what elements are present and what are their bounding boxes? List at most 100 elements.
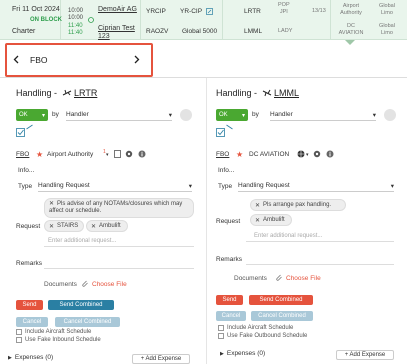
cancel-button[interactable]: Cancel xyxy=(216,311,246,321)
time-bottom-2: 11:40 xyxy=(68,30,83,36)
fbo-field-label[interactable]: FBO xyxy=(16,151,29,158)
status-dropdown-dep[interactable]: OK ▾ xyxy=(16,109,48,121)
include-schedule-checkbox[interactable]: Include Aircraft Schedule xyxy=(218,325,293,331)
origin-code: YRCIP xyxy=(146,8,166,15)
handling-airport-link-dep[interactable]: LRTR xyxy=(74,88,97,98)
info-label[interactable]: Info... xyxy=(18,167,34,174)
ratio-label: 13/13 xyxy=(312,8,326,14)
handler-select-dep[interactable]: Handler ▾ xyxy=(66,109,172,121)
checkbox-label: Include Aircraft Schedule xyxy=(227,325,294,331)
status-value: OK xyxy=(219,112,228,118)
star-icon[interactable]: ★ xyxy=(236,150,243,159)
checkbox-label: Include Aircraft Schedule xyxy=(25,329,92,335)
operator-link[interactable]: DemoAir AG xyxy=(98,6,137,13)
chevron-down-icon: ▾ xyxy=(241,112,245,119)
remove-icon[interactable]: ✕ xyxy=(49,201,54,208)
type-select-dep[interactable]: Handling Request ▾ xyxy=(38,180,192,192)
choose-file-link[interactable]: Choose File xyxy=(92,281,127,288)
star-icon[interactable]: ★ xyxy=(36,150,43,159)
fake-outbound-checkbox[interactable]: Use Fake Outbound Schedule xyxy=(218,333,307,339)
handler-select-arr[interactable]: Handler ▾ xyxy=(270,109,376,121)
request-chip-notams[interactable]: ✕ Pls advise of any NOTAMs/closures which… xyxy=(44,198,194,218)
request-chip-ambulift[interactable]: ✕ Ambulift xyxy=(86,220,128,232)
checkbox-plane-icon[interactable] xyxy=(216,128,225,137)
request-label: Request xyxy=(216,218,241,225)
handler-avatar[interactable] xyxy=(384,109,396,121)
status-dropdown-arr[interactable]: OK ▾ xyxy=(216,109,248,121)
chip-label: STAIRS xyxy=(57,223,79,229)
aircraft-reg: RAOZV xyxy=(146,28,169,35)
plane-arrival-icon xyxy=(262,88,272,97)
documents-label: Documents xyxy=(234,275,267,282)
paperclip-icon[interactable] xyxy=(82,280,89,288)
choose-file-link[interactable]: Choose File xyxy=(286,275,321,282)
status-badge: ON BLOCK xyxy=(30,17,62,23)
expenses-label: Expenses (0) xyxy=(14,354,54,361)
caret-right-icon: ▶ xyxy=(220,350,224,357)
fbo-selector[interactable] xyxy=(5,43,153,77)
type-label: Type xyxy=(18,183,33,190)
checkbox-label: Use Fake Inbound Schedule xyxy=(25,337,101,343)
type-label: Type xyxy=(218,183,233,190)
add-expense-button[interactable]: + Add Expense xyxy=(336,350,394,360)
cancel-combined-button[interactable]: Cancel Combined xyxy=(251,311,313,321)
remarks-input[interactable] xyxy=(44,268,194,269)
info-icon[interactable] xyxy=(138,150,146,158)
paperclip-icon[interactable] xyxy=(276,274,283,282)
client-link[interactable]: Ciprian Test 123 xyxy=(98,25,138,41)
checkbox-label: Use Fake Outbound Schedule xyxy=(227,333,308,339)
globe-icon[interactable] xyxy=(297,150,305,158)
info-icon[interactable] xyxy=(326,150,334,158)
expenses-toggle[interactable]: ▶ Expenses (0) xyxy=(220,350,265,357)
chevron-down-icon[interactable]: ▾ xyxy=(106,152,109,158)
send-combined-button[interactable]: Send Combined xyxy=(48,300,114,310)
fbo-field-label[interactable]: FBO xyxy=(216,151,229,158)
caret-right-icon: ▶ xyxy=(8,354,12,361)
remarks-label: Remarks xyxy=(216,256,243,263)
chevron-right-icon[interactable] xyxy=(134,55,140,64)
chevron-down-icon: ▾ xyxy=(372,111,376,119)
checkbox-plane-icon[interactable] xyxy=(16,128,25,137)
remarks-input[interactable] xyxy=(246,264,394,265)
status-value: OK xyxy=(19,112,28,118)
send-button[interactable]: Send xyxy=(216,295,243,305)
send-button[interactable]: Send xyxy=(16,300,43,310)
request-input[interactable]: Enter additional request... xyxy=(254,233,322,239)
add-expense-button[interactable]: + Add Expense xyxy=(132,354,190,364)
send-combined-button[interactable]: Send Combined xyxy=(249,295,313,305)
trip-type: Charter xyxy=(12,28,36,35)
gear-icon[interactable] xyxy=(313,150,321,158)
handler-avatar[interactable] xyxy=(180,109,192,121)
request-label: Request xyxy=(16,223,41,230)
handling-airport-link-arr[interactable]: LMML xyxy=(274,88,299,98)
chevron-left-icon[interactable] xyxy=(13,55,19,64)
request-chip-ambulift[interactable]: ✕ Ambulift xyxy=(250,214,292,226)
cancel-combined-button[interactable]: Cancel Combined xyxy=(55,317,120,327)
fbo-value: DC AVIATION xyxy=(249,151,290,158)
time-top-1: 10:00 xyxy=(68,8,84,14)
remove-icon[interactable]: ✕ xyxy=(49,223,54,230)
info-label[interactable]: Info... xyxy=(218,167,234,174)
remarks-label: Remarks xyxy=(16,260,43,267)
gear-icon[interactable] xyxy=(125,150,133,158)
expenses-toggle[interactable]: ▶ Expenses (0) xyxy=(8,354,53,361)
request-input[interactable]: Enter additional request... xyxy=(48,238,116,244)
documents-label: Documents xyxy=(44,281,77,288)
plane-small-icon xyxy=(226,124,233,130)
chip-label: Pls advise of any NOTAMs/closures which … xyxy=(49,201,183,214)
request-chip-pax[interactable]: ✕ Pls arrange pax handling. xyxy=(250,199,346,211)
request-chip-stairs[interactable]: ✕ STAIRS xyxy=(44,220,84,232)
expenses-label: Expenses (0) xyxy=(226,350,266,357)
remove-icon[interactable]: ✕ xyxy=(255,217,260,224)
type-select-arr[interactable]: Handling Request ▾ xyxy=(238,180,394,192)
cancel-button[interactable]: Cancel xyxy=(16,317,48,327)
edit-icon[interactable] xyxy=(206,8,213,15)
remove-icon[interactable]: ✕ xyxy=(255,202,260,209)
pax-label: LADY xyxy=(278,28,293,34)
fake-inbound-checkbox[interactable]: Use Fake Inbound Schedule xyxy=(16,337,101,343)
document-icon[interactable] xyxy=(114,150,121,158)
section-divider xyxy=(0,77,407,78)
remove-icon[interactable]: ✕ xyxy=(91,223,96,230)
include-schedule-checkbox[interactable]: Include Aircraft Schedule xyxy=(16,329,91,335)
chevron-down-icon[interactable]: ▾ xyxy=(306,152,309,158)
